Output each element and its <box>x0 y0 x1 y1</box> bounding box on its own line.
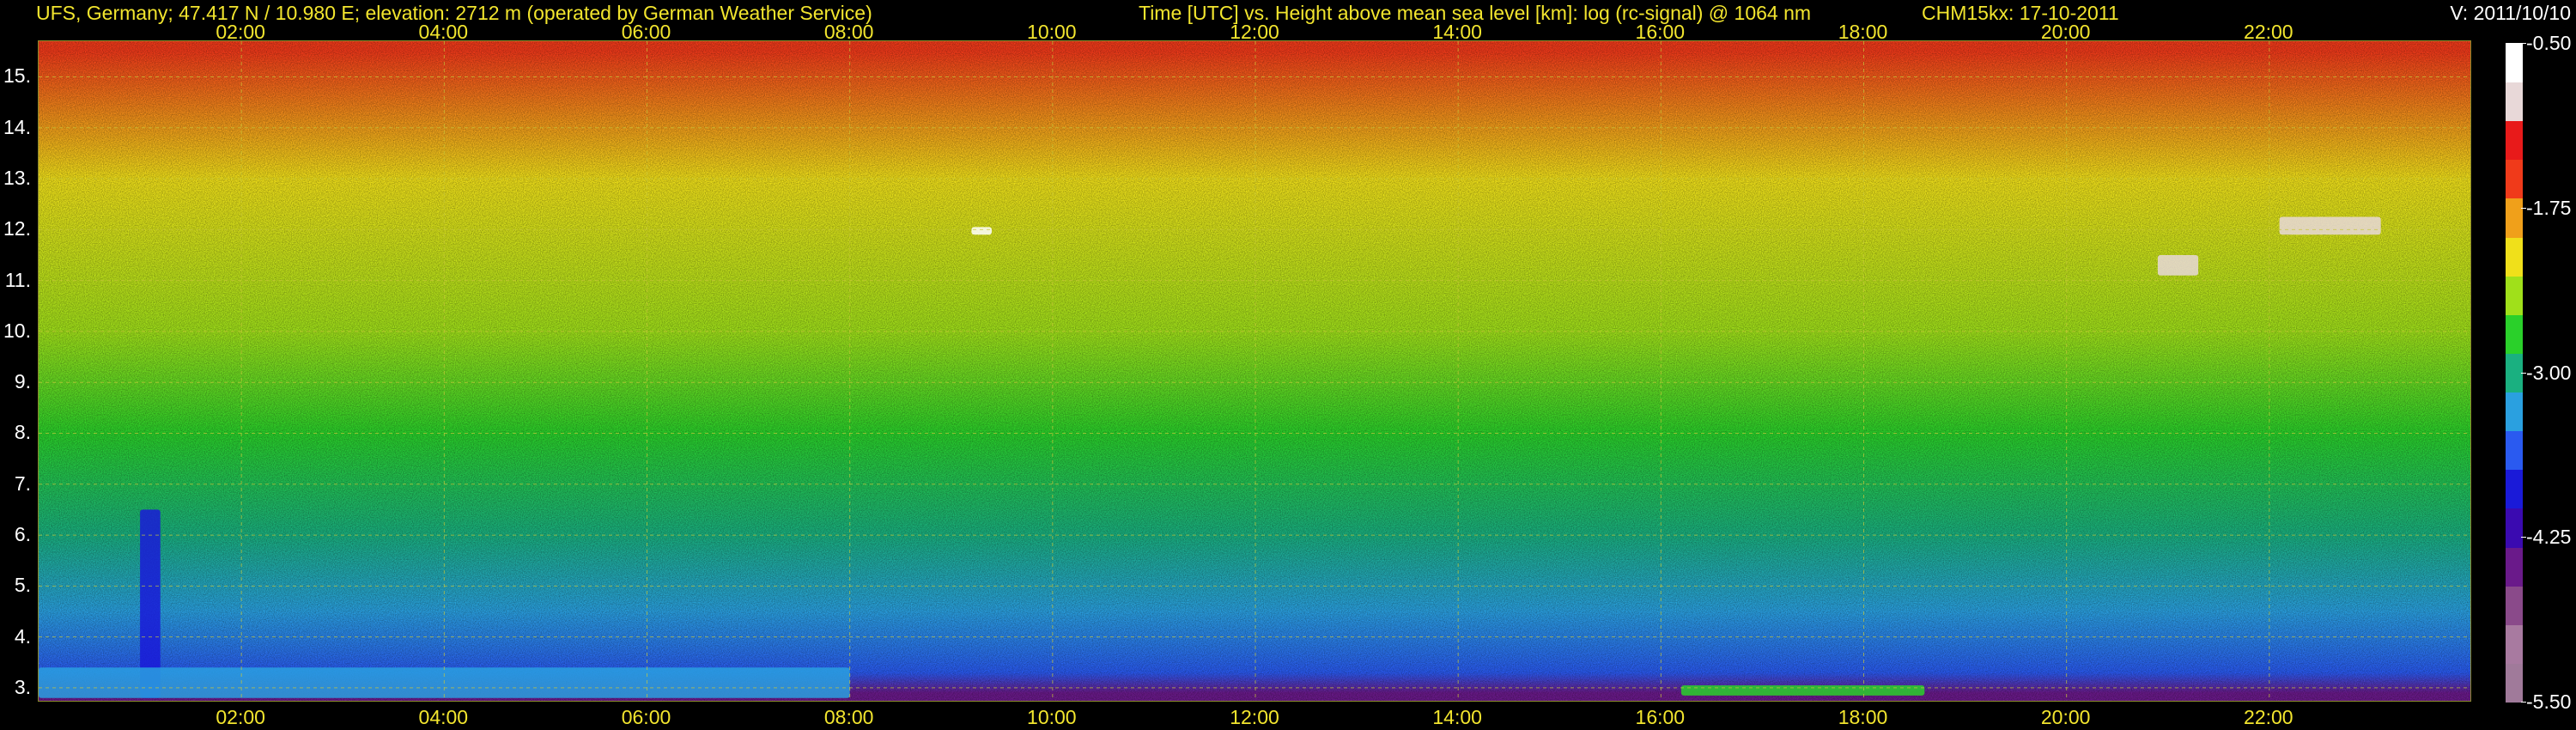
y-tick-label: 6. <box>14 523 31 546</box>
feature-6 <box>2279 216 2381 235</box>
ceilometer-chart: UFS, Germany; 47.417 N / 10.980 E; eleva… <box>0 0 2576 730</box>
x-tick-label-bottom: 08:00 <box>823 706 874 728</box>
x-tick-label-bottom: 04:00 <box>418 706 469 728</box>
y-tick-label: 9. <box>14 370 31 393</box>
colorbar-segment <box>2506 198 2523 238</box>
colorbar-segment <box>2506 120 2523 161</box>
y-tick-label: 13. <box>3 167 31 190</box>
colorbar-segment <box>2506 82 2523 122</box>
colorbar-segment <box>2506 430 2523 471</box>
x-tick-label-bottom: 10:00 <box>1027 706 1077 728</box>
x-tick-label-bottom: 06:00 <box>621 706 671 728</box>
x-tick-label-bottom: 16:00 <box>1635 706 1686 728</box>
feature-4 <box>971 227 992 235</box>
y-tick-label: 4. <box>14 624 31 648</box>
y-tick-label: 11. <box>4 268 31 291</box>
colorbar <box>2506 43 2523 703</box>
y-tick-label: 5. <box>14 574 31 597</box>
feature-5 <box>2157 255 2199 276</box>
colorbar-segment <box>2506 313 2523 354</box>
y-tick-label: 15. <box>3 64 31 88</box>
x-tick-label-bottom: 20:00 <box>2040 706 2091 728</box>
colorbar-segment <box>2506 43 2523 83</box>
x-tick-label-bottom: 18:00 <box>1838 706 1888 728</box>
colorbar-segment <box>2506 624 2523 664</box>
y-tick-label: 8. <box>14 421 31 444</box>
x-tick-label-bottom: 02:00 <box>216 706 265 728</box>
colorbar-segment <box>2506 236 2523 277</box>
x-tick-label-bottom: 14:00 <box>1432 706 1482 728</box>
colorbar-segment <box>2506 469 2523 509</box>
colorbar-segment <box>2506 508 2523 548</box>
x-tick-label-bottom: 22:00 <box>2244 706 2293 728</box>
colorbar-segment <box>2506 546 2523 587</box>
colorbar-segment <box>2506 662 2523 703</box>
x-tick-label-bottom: 12:00 <box>1230 706 1279 728</box>
colorbar-tick-label: -5.50 <box>2526 690 2572 713</box>
feature-3 <box>1680 685 1925 696</box>
colorbar-tick-label: -3.00 <box>2526 361 2572 384</box>
colorbar-segment <box>2506 275 2523 315</box>
colorbar-tick-label: -1.75 <box>2526 196 2572 219</box>
colorbar-segment <box>2506 392 2523 432</box>
y-tick-label: 3. <box>14 675 31 698</box>
y-tick-label: 10. <box>3 319 31 342</box>
colorbar-segment <box>2506 585 2523 625</box>
y-tick-label: 14. <box>3 115 31 138</box>
plot-area <box>38 40 2471 702</box>
y-tick-label: 7. <box>14 471 31 495</box>
colorbar-tick-label: -0.50 <box>2526 32 2572 54</box>
colorbar-segment <box>2506 159 2523 199</box>
version-label: V: 2011/10/10 <box>2450 2 2571 24</box>
y-tick-label: 12. <box>3 217 31 240</box>
colorbar-tick-label: -4.25 <box>2526 526 2572 549</box>
heatmap-svg <box>39 41 2470 701</box>
colorbar-segment <box>2506 352 2523 393</box>
